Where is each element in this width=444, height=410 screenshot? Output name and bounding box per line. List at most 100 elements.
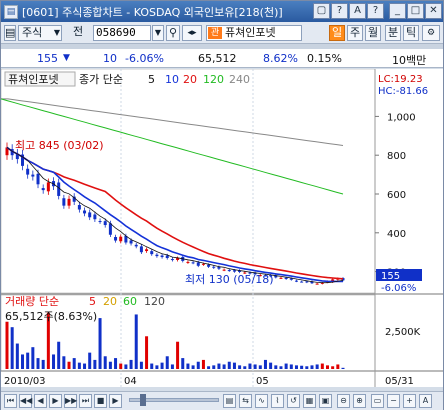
zoom-slider-thumb[interactable] [140, 394, 146, 406]
volume-bar [305, 366, 309, 369]
zoom-in-button[interactable]: ⊕ [353, 394, 366, 408]
maximize-button[interactable]: □ [407, 3, 424, 19]
pattern-button[interactable]: ⌇ [271, 394, 284, 408]
price-diff: 10 [103, 52, 117, 65]
candle-body [134, 244, 138, 247]
volume-bar [217, 363, 221, 369]
compare-button[interactable]: ⇆ [239, 394, 252, 408]
candle-body [222, 269, 226, 271]
turnover-pct: 8.62% [263, 52, 298, 65]
volume-bar [134, 314, 138, 369]
font-small-button[interactable]: − [387, 394, 400, 408]
chevron-down-icon: ▼ [53, 28, 60, 37]
font-button[interactable]: A [349, 3, 366, 19]
zoom-slider[interactable] [129, 394, 219, 406]
candle-body [300, 281, 304, 283]
volume-bar [150, 363, 154, 369]
scroll-arrows-icon[interactable]: ◂▸ [182, 25, 202, 41]
volume-bar [300, 365, 304, 369]
candle-body [98, 221, 102, 223]
stock-code-input[interactable]: 058690 [93, 25, 151, 41]
volume-bar [98, 318, 102, 369]
zoom-out-button[interactable]: ⊖ [337, 394, 350, 408]
play-button[interactable]: ▶ [109, 394, 122, 408]
volume-bar [155, 365, 159, 369]
volume-bar [181, 358, 185, 369]
help-button[interactable]: ? [331, 3, 348, 19]
indicator-button[interactable]: ∿ [255, 394, 268, 408]
volume-bar [243, 366, 247, 369]
x-label-apr: 04 [124, 376, 137, 387]
candle-body [103, 221, 107, 226]
scroll-first-button[interactable]: ⏮ [4, 394, 17, 408]
scroll-prev-page-button[interactable]: ◀◀ [19, 394, 32, 408]
info-button[interactable]: ? [367, 3, 384, 19]
lc-label: LC:19.23 [378, 74, 423, 85]
close-button[interactable]: ✕ [425, 3, 442, 19]
volume-bar [196, 361, 200, 369]
volume-bar [165, 356, 169, 369]
scroll-next-button[interactable]: ▶ [49, 394, 62, 408]
volume-bar [36, 358, 40, 369]
volume-bar [88, 352, 92, 369]
candle-body [207, 264, 211, 267]
volume-y-tick: 2,500K [385, 327, 421, 338]
window-title: [0601] 주식종합차트 - KOSDAQ 외국인보유[218(천)] [22, 5, 283, 19]
chart-area[interactable]: 퓨쳐인포넷 종가 단순 5 10 20 120 240 최고 845 (03/0… [0, 68, 443, 387]
candle-body [108, 223, 112, 235]
volume-bar [320, 363, 324, 369]
chart-type-button[interactable]: ▤ [223, 394, 236, 408]
legend-ma120: 120 [203, 73, 224, 86]
candle-body [294, 280, 298, 282]
restore-button[interactable]: ↺ [287, 394, 300, 408]
volume-bar [263, 359, 267, 369]
save-button[interactable]: ▣ [319, 394, 332, 408]
settings-icon[interactable]: ⚙ [422, 25, 440, 41]
period-tick-button[interactable]: 틱 [403, 25, 419, 41]
volume-bar [341, 367, 345, 369]
zoom-reset-button[interactable]: ▭ [371, 394, 384, 408]
code-dropdown-button[interactable]: ▼ [152, 25, 164, 41]
stock-name: 퓨쳐인포넷 [225, 26, 276, 39]
candle-body [119, 236, 123, 242]
toolbar: ▤ 주식 ▼ 전 058690 ▼ ⚲ ◂▸ 관 퓨쳐인포넷 일 주 월 분 틱… [1, 22, 443, 44]
volume-bar [124, 364, 128, 369]
candle-body [227, 270, 231, 272]
stock-chart[interactable]: 퓨쳐인포넷 종가 단순 5 10 20 120 240 최고 845 (03/0… [0, 68, 443, 387]
stop-button[interactable]: ■ [94, 394, 107, 408]
font-button[interactable]: A [419, 394, 432, 408]
volume-bar [139, 361, 143, 369]
volume-bar [77, 362, 81, 369]
link-button[interactable]: ▢ [313, 3, 330, 19]
candle-body [88, 212, 92, 218]
period-month-button[interactable]: 월 [365, 25, 381, 41]
volume-bar [207, 366, 211, 369]
period-day-button[interactable]: 일 [329, 25, 345, 41]
down-arrow-icon: ▼ [63, 53, 70, 63]
scroll-next-page-button[interactable]: ▶▶ [64, 394, 77, 408]
volume-bar [238, 365, 242, 369]
volume-bar [294, 365, 298, 369]
scroll-last-button[interactable]: ⏭ [79, 394, 92, 408]
scroll-prev-button[interactable]: ◀ [34, 394, 47, 408]
market-select[interactable]: 주식 ▼ [18, 25, 62, 41]
volume-bar [248, 363, 252, 369]
volume-bar [160, 362, 164, 369]
candle-body [191, 262, 195, 264]
volume-bar [26, 352, 30, 369]
volume-bar [227, 361, 231, 369]
font-large-button[interactable]: + [403, 394, 416, 408]
legend-ma20: 20 [183, 73, 197, 86]
candle-body [26, 168, 30, 175]
search-icon[interactable]: ⚲ [166, 25, 180, 41]
volume-bar [119, 363, 123, 369]
period-week-button[interactable]: 주 [347, 25, 363, 41]
candle-body [46, 182, 50, 192]
chart-window: ▤ [0601] 주식종합차트 - KOSDAQ 외국인보유[218(천)] ▢… [0, 0, 444, 410]
volume-bar [274, 365, 278, 369]
minimize-button[interactable]: _ [389, 3, 406, 19]
grid-button[interactable]: ▦ [303, 394, 316, 408]
menu-icon[interactable]: ▤ [4, 25, 16, 41]
period-minute-button[interactable]: 분 [385, 25, 401, 41]
volume-legend-label: 거래량 단순 [5, 295, 59, 308]
